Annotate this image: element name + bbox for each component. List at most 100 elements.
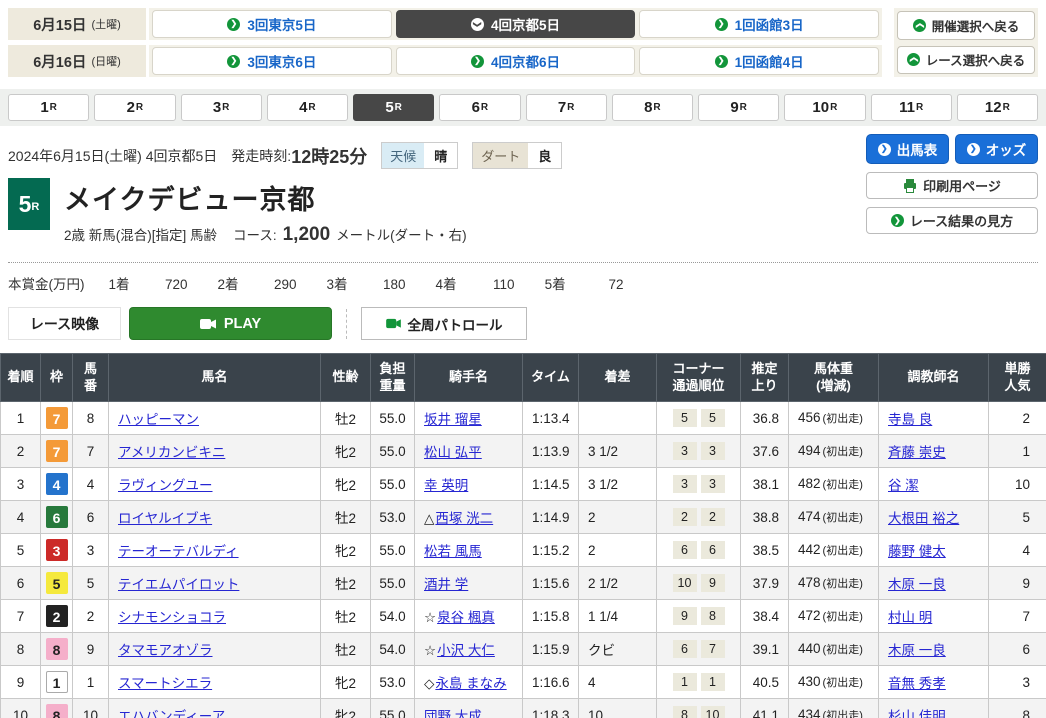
jockey-name-link[interactable]: 坂井 瑠星 (424, 412, 482, 427)
jockey-mark: ☆ (424, 643, 436, 658)
race-tab-6r[interactable]: 6R (439, 94, 520, 121)
trainer-name-link[interactable]: 音無 秀孝 (888, 676, 946, 691)
print-page-button[interactable]: 印刷用ページ (866, 172, 1038, 199)
horse-name-link[interactable]: ハッピーマン (118, 412, 199, 427)
jockey-name-link[interactable]: 団野 大成 (424, 709, 482, 718)
back-to-meeting-select-button[interactable]: ❯ 開催選択へ戻る (897, 11, 1035, 40)
trainer-name-link[interactable]: 木原 一良 (888, 643, 946, 658)
play-button[interactable]: PLAY (129, 307, 332, 340)
prize-place-label: 3着 (327, 273, 348, 293)
meeting-button[interactable]: ❯3回東京5日 (152, 10, 392, 38)
horse-number-cell: 3 (73, 534, 109, 567)
trainer-name-link[interactable]: 大根田 裕之 (888, 511, 959, 526)
margin-cell: クビ (579, 633, 657, 666)
horse-name-link[interactable]: アメリカンビキニ (118, 445, 225, 460)
horse-number-cell: 6 (73, 501, 109, 534)
race-tab-3r[interactable]: 3R (181, 94, 262, 121)
race-action-buttons: ❯ 出馬表 ❯ オッズ 印刷用ページ ❯ レース結果の見方 (866, 134, 1038, 234)
prize-money-label: 本賞金(万円) (8, 273, 85, 293)
meeting-buttons-row: ❯3回東京5日❯4回京都5日❯1回函館3日 (149, 8, 882, 40)
trainer-name-link[interactable]: 杉山 佳明 (888, 709, 946, 718)
corner-position: 10 (673, 574, 697, 592)
horse-name-link[interactable]: ラヴィングユー (118, 478, 213, 493)
meeting-button[interactable]: ❯4回京都5日 (396, 10, 636, 38)
chevron-right-icon: ❯ (715, 55, 728, 68)
prize-place-label: 2着 (218, 273, 239, 293)
margin-cell: 2 1/2 (579, 567, 657, 600)
race-number-badge: 5R (8, 178, 50, 230)
race-tab-10r[interactable]: 10R (784, 94, 865, 121)
frame-cell: 6 (41, 501, 73, 534)
margin-cell: 3 1/2 (579, 435, 657, 468)
trainer-name-link[interactable]: 斉藤 崇史 (888, 445, 946, 460)
horse-name-link[interactable]: テイエムパイロット (118, 577, 239, 592)
body-weight-note: (初出走) (823, 545, 863, 557)
race-video-button[interactable]: レース映像 (8, 307, 121, 340)
column-header: 負担 重量 (371, 354, 415, 402)
jockey-name-link[interactable]: 酒井 学 (424, 577, 468, 592)
race-tab-12r[interactable]: 12R (957, 94, 1038, 121)
horse-name-link[interactable]: テーオーテバルディ (118, 544, 239, 559)
horse-name-cell: ハッピーマン (109, 402, 321, 435)
meeting-button-label: 3回東京6日 (247, 51, 316, 71)
race-tab-number: 9 (730, 99, 738, 116)
jockey-name-link[interactable]: 永島 まなみ (435, 676, 506, 691)
jockey-name-link[interactable]: 幸 英明 (424, 478, 468, 493)
race-tab-11r[interactable]: 11R (871, 94, 952, 121)
odds-button[interactable]: ❯ オッズ (955, 134, 1038, 164)
jockey-name-link[interactable]: 泉谷 楓真 (437, 610, 495, 625)
race-tab-2r[interactable]: 2R (94, 94, 175, 121)
race-tab-1r[interactable]: 1R (8, 94, 89, 121)
jockey-name-link[interactable]: 松山 弘平 (424, 445, 482, 460)
results-guide-button[interactable]: ❯ レース結果の見方 (866, 207, 1038, 234)
print-page-label: 印刷用ページ (923, 176, 1001, 195)
popularity-cell: 3 (989, 666, 1046, 699)
margin-cell: 1 1/4 (579, 600, 657, 633)
trainer-name-link[interactable]: 村山 明 (888, 610, 932, 625)
finish-position-cell: 8 (1, 633, 41, 666)
frame-cell: 7 (41, 435, 73, 468)
horse-name-link[interactable]: スマートシエラ (118, 676, 212, 691)
jockey-name-link[interactable]: 西塚 洸二 (435, 511, 493, 526)
body-weight-value: 472 (798, 608, 821, 623)
meeting-button[interactable]: ❯1回函館4日 (639, 47, 879, 75)
frame-number-badge: 3 (46, 539, 68, 561)
meeting-button[interactable]: ❯1回函館3日 (639, 10, 879, 38)
horse-name-link[interactable]: タマモアオゾラ (118, 643, 213, 658)
corner-position: 8 (701, 607, 725, 625)
corner-position: 2 (673, 508, 697, 526)
jockey-name-link[interactable]: 小沢 大仁 (437, 643, 495, 658)
meeting-button[interactable]: ❯4回京都6日 (396, 47, 636, 75)
trainer-name-link[interactable]: 寺島 良 (888, 412, 932, 427)
trainer-name-link[interactable]: 藤野 健太 (888, 544, 946, 559)
body-weight-cell: 442(初出走) (789, 534, 879, 567)
entry-table-button[interactable]: ❯ 出馬表 (866, 134, 949, 164)
weather-label: 天候 (382, 143, 424, 168)
result-row: 344ラヴィングユー牝255.0幸 英明1:14.53 1/23338.1482… (1, 468, 1046, 501)
video-camera-icon (386, 318, 401, 329)
frame-cell: 5 (41, 567, 73, 600)
horse-name-link[interactable]: シナモンショコラ (118, 610, 226, 625)
body-weight-value: 434 (798, 707, 821, 718)
finish-position-cell: 1 (1, 402, 41, 435)
trainer-name-link[interactable]: 木原 一良 (888, 577, 946, 592)
trainer-name-link[interactable]: 谷 潔 (888, 478, 919, 493)
back-to-race-select-button[interactable]: ❯ レース選択へ戻る (897, 46, 1035, 75)
margin-cell: 2 (579, 534, 657, 567)
horse-name-cell: ラヴィングユー (109, 468, 321, 501)
meeting-button[interactable]: ❯3回東京6日 (152, 47, 392, 75)
race-tab-5r[interactable]: 5R (353, 94, 434, 121)
race-tab-8r[interactable]: 8R (612, 94, 693, 121)
corner-order-cell: 66 (657, 534, 741, 567)
time-cell: 1:16.6 (523, 666, 579, 699)
race-tab-suffix: R (567, 102, 574, 113)
race-tab-4r[interactable]: 4R (267, 94, 348, 121)
patrol-video-button[interactable]: 全周パトロール (361, 307, 527, 340)
jockey-name-link[interactable]: 松若 風馬 (424, 544, 482, 559)
race-tab-7r[interactable]: 7R (526, 94, 607, 121)
trainer-cell: 木原 一良 (879, 567, 989, 600)
horse-name-link[interactable]: ロイヤルイブキ (118, 511, 212, 526)
last-3f-cell: 39.1 (741, 633, 789, 666)
horse-name-link[interactable]: エハバンディーア (118, 709, 225, 718)
race-tab-9r[interactable]: 9R (698, 94, 779, 121)
